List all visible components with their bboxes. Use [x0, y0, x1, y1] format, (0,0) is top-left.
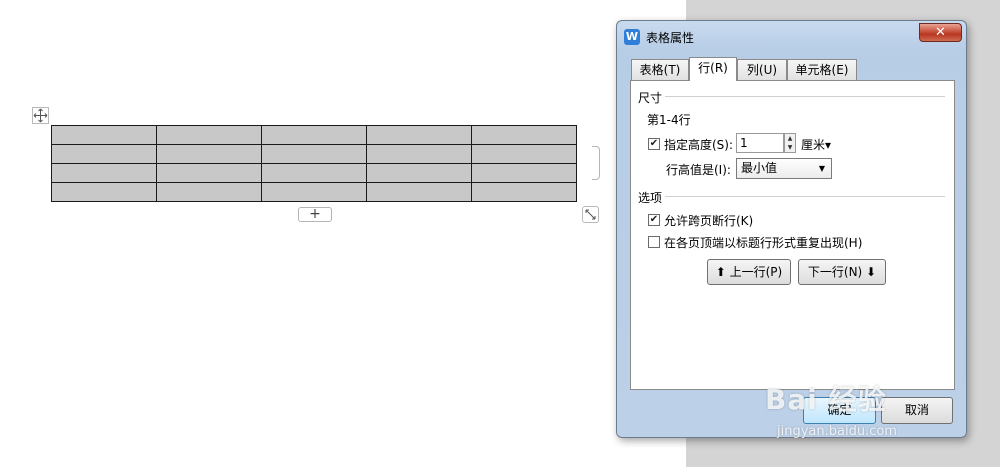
table-cell[interactable]	[471, 163, 577, 183]
specify-height-label: 指定高度(S):	[664, 138, 734, 152]
table-cell[interactable]	[156, 144, 262, 164]
dialog-title: 表格属性	[646, 31, 695, 45]
section-divider	[665, 96, 945, 97]
table-cell[interactable]	[51, 125, 157, 145]
table-cell[interactable]	[366, 125, 472, 145]
next-row-button[interactable]: 下一行(N) ⬇	[798, 259, 886, 285]
table-cell[interactable]	[471, 144, 577, 164]
tab-row[interactable]: 行(R)	[689, 57, 737, 81]
close-button[interactable]: ✕	[919, 23, 962, 42]
previous-row-button[interactable]: ⬆ 上一行(P)	[707, 259, 791, 285]
row-height-is-value: 最小值	[741, 161, 778, 175]
wps-writer-icon: W	[624, 29, 640, 45]
table-cell[interactable]	[261, 125, 367, 145]
row-height-is-select[interactable]: 最小值 ▼	[736, 158, 832, 179]
table-row	[51, 163, 577, 183]
watermark-url: jingyan.baidu.com	[777, 424, 897, 439]
cancel-button[interactable]: 取消	[881, 397, 953, 424]
table-cell[interactable]	[366, 182, 472, 202]
height-unit-dropdown[interactable]: 厘米▾	[801, 136, 831, 153]
table-row	[51, 125, 577, 145]
height-spinner[interactable]: ▲ ▼	[784, 133, 796, 153]
table-resize-icon[interactable]	[582, 206, 599, 223]
table-cell[interactable]	[156, 163, 262, 183]
row-height-is-label: 行高值是(I):	[666, 163, 731, 177]
options-section-label: 选项	[638, 191, 663, 205]
watermark-logo: Bai 经验	[765, 383, 887, 416]
table-cell[interactable]	[51, 182, 157, 202]
tab-cell[interactable]: 单元格(E)	[787, 59, 857, 80]
table-cell[interactable]	[261, 144, 367, 164]
rows-range-label: 第1-4行	[647, 113, 691, 127]
table-row	[51, 144, 577, 164]
table-cell[interactable]	[366, 163, 472, 183]
table-cell[interactable]	[366, 144, 472, 164]
allow-break-checkbox[interactable]: ✔	[648, 214, 660, 226]
height-input[interactable]: 1	[736, 133, 784, 153]
document-table[interactable]	[51, 125, 577, 202]
chevron-down-icon: ▼	[818, 164, 825, 173]
allow-break-label: 允许跨页断行(K)	[664, 214, 754, 228]
table-cell[interactable]	[156, 125, 262, 145]
table-move-handle-icon[interactable]	[32, 107, 49, 124]
table-cell[interactable]	[471, 125, 577, 145]
table-cell[interactable]	[51, 163, 157, 183]
add-column-handle[interactable]	[592, 146, 600, 180]
size-section-label: 尺寸	[638, 91, 663, 105]
table-cell[interactable]	[471, 182, 577, 202]
add-row-button[interactable]: +	[298, 207, 332, 222]
repeat-header-checkbox[interactable]	[648, 236, 660, 248]
table-row	[51, 182, 577, 202]
table-cell[interactable]	[156, 182, 262, 202]
specify-height-checkbox[interactable]: ✔	[648, 138, 660, 150]
table-cell[interactable]	[261, 182, 367, 202]
tab-column[interactable]: 列(U)	[737, 59, 787, 80]
table-cell[interactable]	[261, 163, 367, 183]
table-cell[interactable]	[51, 144, 157, 164]
section-divider	[665, 196, 945, 197]
tab-table[interactable]: 表格(T)	[631, 59, 689, 80]
repeat-header-label: 在各页顶端以标题行形式重复出现(H)	[664, 236, 863, 250]
table-properties-dialog: W 表格属性 ✕ 表格(T) 行(R) 列(U) 单元格(E) 尺寸 第1-4行…	[616, 20, 967, 438]
row-tab-panel: 尺寸 第1-4行 ✔ 指定高度(S): 1 ▲ ▼ 厘米▾ 行高值是(I): 最小…	[630, 80, 955, 390]
